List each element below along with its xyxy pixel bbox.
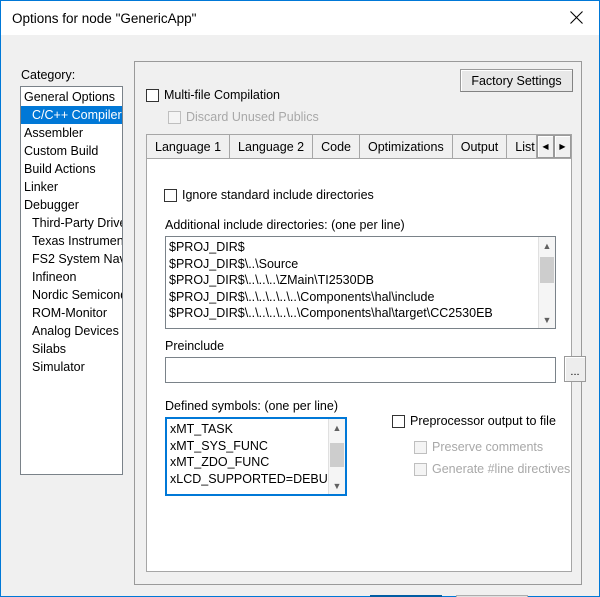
factory-settings-button[interactable]: Factory Settings <box>460 69 573 92</box>
category-item-debugger[interactable]: Debugger <box>21 196 122 214</box>
category-item-analog-devices[interactable]: Analog Devices <box>21 322 122 340</box>
include-path-line: $PROJ_DIR$\..\..\..\ZMain\TI2530DB <box>169 273 374 288</box>
defined-symbol-line: xLCD_SUPPORTED=DEBUG <box>170 471 328 486</box>
tab-scroll-right-button[interactable]: ▶ <box>554 135 571 158</box>
tab-output[interactable]: Output <box>451 134 507 159</box>
checkbox-box-icon <box>164 188 177 202</box>
include-path-line: $PROJ_DIR$\..\..\..\..\..\Components\hal… <box>169 289 435 304</box>
preinclude-label: Preinclude <box>165 339 225 353</box>
category-item-fs2-system-navigator[interactable]: FS2 System Navigator <box>21 250 122 268</box>
category-item-c-cpp-compiler[interactable]: C/C++ Compiler <box>21 106 122 124</box>
scroll-down-icon[interactable]: ▼ <box>539 311 555 328</box>
close-icon <box>569 11 583 24</box>
include-path-line: $PROJ_DIR$\..\Source <box>169 256 299 271</box>
scroll-up-icon[interactable]: ▲ <box>539 237 555 254</box>
preinclude-browse-button[interactable]: ... <box>564 356 586 382</box>
discard-unused-publics-label: Discard Unused Publics <box>186 110 319 124</box>
triangle-left-icon: ◀ <box>542 142 549 151</box>
scrollbar-thumb[interactable] <box>540 257 554 283</box>
tab-code[interactable]: Code <box>312 134 359 159</box>
title-bar: Options for node "GenericApp" <box>1 1 599 35</box>
tab-optimizations[interactable]: Optimizations <box>358 134 452 159</box>
category-item-texas-instruments[interactable]: Texas Instruments <box>21 232 122 250</box>
defined-symbol-line: xMT_TASK <box>170 422 233 436</box>
include-path-line: $PROJ_DIR$ <box>169 240 245 254</box>
tab-scroll-left-button[interactable]: ◀ <box>537 135 554 158</box>
discard-unused-publics-checkbox: Discard Unused Publics <box>168 110 319 124</box>
defined-symbols-textarea[interactable]: xMT_TASK xMT_SYS_FUNC xMT_ZDO_FUNC xLCD_… <box>165 417 347 496</box>
close-button[interactable] <box>553 1 599 34</box>
preserve-comments-label: Preserve comments <box>432 440 544 454</box>
additional-includes-textarea[interactable]: $PROJ_DIR$ $PROJ_DIR$\..\Source $PROJ_DI… <box>165 236 556 329</box>
tab-scroll-buttons: ◀ ▶ <box>536 134 572 159</box>
include-path-line: $PROJ_DIR$\..\..\..\..\..\Components\hal… <box>169 306 493 321</box>
checkbox-box-icon <box>146 88 159 102</box>
multi-file-compilation-label: Multi-file Compilation <box>164 88 281 102</box>
preprocessor-output-to-file-checkbox[interactable]: Preprocessor output to file <box>392 414 556 428</box>
window-title: Options for node "GenericApp" <box>12 10 197 26</box>
defined-symbols-scrollbar[interactable]: ▲ ▼ <box>328 419 345 494</box>
defined-symbol-line: xMT_ZDO_FUNC <box>170 455 270 470</box>
category-label: Category: <box>21 68 76 82</box>
checkbox-box-icon <box>392 414 405 428</box>
dialog-body: Category: General Options C/C++ Compiler… <box>1 35 599 597</box>
scroll-up-icon[interactable]: ▲ <box>329 419 345 436</box>
checkbox-box-icon <box>414 462 427 476</box>
multi-file-compilation-checkbox[interactable]: Multi-file Compilation <box>146 88 280 102</box>
category-item-third-party-driver[interactable]: Third-Party Driver <box>21 214 122 232</box>
generate-line-directives-label: Generate #line directives <box>432 462 571 476</box>
ignore-standard-includes-checkbox[interactable]: Ignore standard include directories <box>164 188 374 202</box>
category-item-custom-build[interactable]: Custom Build <box>21 142 122 160</box>
checkbox-box-icon <box>168 110 181 124</box>
includes-scrollbar[interactable]: ▲ ▼ <box>538 237 555 328</box>
category-item-rom-monitor[interactable]: ROM-Monitor <box>21 304 122 322</box>
tab-language-1[interactable]: Language 1 <box>146 134 230 159</box>
scroll-down-icon[interactable]: ▼ <box>329 477 345 494</box>
preinclude-input[interactable] <box>165 357 556 383</box>
category-item-nordic-semiconductor[interactable]: Nordic Semiconductor <box>21 286 122 304</box>
tab-strip: Language 1 Language 2 Code Optimizations… <box>146 134 572 159</box>
category-item-general-options[interactable]: General Options <box>21 88 122 106</box>
defined-symbols-label: Defined symbols: (one per line) <box>165 399 338 413</box>
triangle-right-icon: ▶ <box>559 142 566 151</box>
category-item-build-actions[interactable]: Build Actions <box>21 160 122 178</box>
scrollbar-thumb[interactable] <box>330 443 344 467</box>
category-item-assembler[interactable]: Assembler <box>21 124 122 142</box>
generate-line-directives-checkbox: Generate #line directives <box>414 462 570 476</box>
category-item-simulator[interactable]: Simulator <box>21 358 122 376</box>
additional-includes-lines: $PROJ_DIR$ $PROJ_DIR$\..\Source $PROJ_DI… <box>166 237 538 328</box>
preprocessor-output-to-file-label: Preprocessor output to file <box>410 414 556 428</box>
category-listbox[interactable]: General Options C/C++ Compiler Assembler… <box>20 86 123 475</box>
options-panel: Factory Settings Multi-file Compilation … <box>134 61 586 585</box>
additional-includes-label: Additional include directories: (one per… <box>165 218 405 232</box>
preserve-comments-checkbox: Preserve comments <box>414 440 543 454</box>
category-item-linker[interactable]: Linker <box>21 178 122 196</box>
category-item-silabs[interactable]: Silabs <box>21 340 122 358</box>
tab-content-panel: Ignore standard include directories Addi… <box>146 158 586 572</box>
defined-symbol-line: xMT_SYS_FUNC <box>170 438 268 453</box>
defined-symbols-lines: xMT_TASK xMT_SYS_FUNC xMT_ZDO_FUNC xLCD_… <box>167 419 328 494</box>
checkbox-box-icon <box>414 440 427 454</box>
category-item-infineon[interactable]: Infineon <box>21 268 122 286</box>
tab-language-2[interactable]: Language 2 <box>229 134 313 159</box>
ignore-standard-includes-label: Ignore standard include directories <box>182 188 374 202</box>
